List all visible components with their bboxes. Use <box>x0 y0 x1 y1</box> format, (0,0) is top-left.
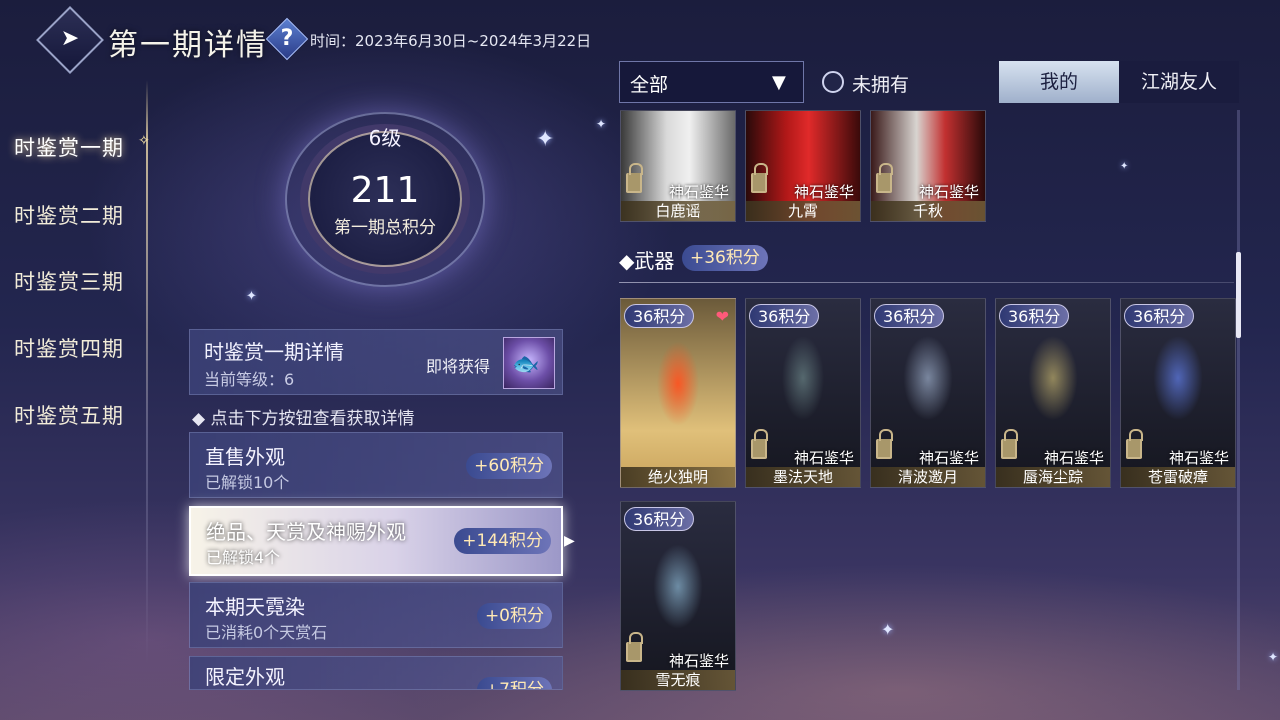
card-tag: 神石鉴华 <box>793 183 854 201</box>
card-name: 九霄 <box>746 201 860 221</box>
card-tag: 神石鉴华 <box>918 449 979 467</box>
weapon-card[interactable]: 36积分 神石鉴华 清波邀月 <box>870 298 986 488</box>
back-arrow-icon: ➤ <box>60 26 80 51</box>
sparkle: ✦ <box>246 289 257 304</box>
category-title: 直售外观 <box>205 445 285 469</box>
category-title: 本期天霓染 <box>205 595 305 619</box>
sparkle: ✦ <box>881 620 895 639</box>
category-points: +60积分 <box>466 453 552 479</box>
heart-icon[interactable]: ❤ <box>716 307 729 326</box>
active-marker-icon: ✧ <box>138 133 150 149</box>
section-divider <box>619 282 1234 283</box>
category-points: +144积分 <box>454 528 551 554</box>
lock-icon <box>751 429 768 459</box>
tab-friends[interactable]: 江湖友人 <box>1119 61 1239 103</box>
nav-item-season-3[interactable]: 时鉴赏三期 <box>14 266 124 296</box>
weapon-points: 36积分 <box>874 304 945 328</box>
nav-item-season-2[interactable]: 时鉴赏二期 <box>14 200 124 230</box>
filter-selected: 全部 <box>630 74 669 96</box>
category-sub: 已解锁10个 <box>205 473 290 492</box>
category-dye[interactable]: 本期天霓染 已消耗0个天赏石 +0积分 <box>189 582 563 648</box>
weapon-card[interactable]: 36积分 神石鉴华 墨法天地 <box>745 298 861 488</box>
lock-icon <box>1126 429 1143 459</box>
weapons-section-title: ◆武器 <box>619 249 675 273</box>
weapon-name: 蜃海尘踪 <box>996 467 1110 487</box>
card-tag: 神石鉴华 <box>668 183 729 201</box>
unowned-label[interactable]: 未拥有 <box>852 70 909 97</box>
weapon-card[interactable]: 36积分 神石鉴华 苍雷破瘴 <box>1120 298 1236 488</box>
category-sub: 已消耗0个天赏石 <box>205 623 328 642</box>
weapons-section-points: +36积分 <box>682 245 768 271</box>
weapon-name: 绝火独明 <box>621 467 735 487</box>
category-points: +7积分 <box>476 677 552 689</box>
lock-icon <box>876 429 893 459</box>
help-question-mark: ? <box>280 26 294 51</box>
weapons-title-label: 武器 <box>634 249 675 273</box>
nav-item-season-5[interactable]: 时鉴赏五期 <box>14 400 124 430</box>
card-tag: 神石鉴华 <box>668 652 729 670</box>
season-detail-title: 时鉴赏一期详情 <box>204 340 344 364</box>
coming-reward-label: 即将获得 <box>426 357 491 376</box>
card-tag: 神石鉴华 <box>1043 449 1104 467</box>
category-points: +0积分 <box>476 603 552 629</box>
weapon-name: 墨法天地 <box>746 467 860 487</box>
unowned-radio[interactable] <box>822 71 844 93</box>
total-score-label: 第一期总积分 <box>334 218 436 238</box>
sparkle: ✦ <box>596 117 607 131</box>
sparkle: ✦ <box>1268 650 1279 664</box>
time-range: 时间：2023年6月30日~2024年3月22日 <box>310 32 592 50</box>
nav-item-season-4[interactable]: 时鉴赏四期 <box>14 333 124 363</box>
lock-icon <box>1001 429 1018 459</box>
lock-icon <box>876 163 893 193</box>
weapon-card[interactable]: 36积分 ❤ 绝火独明 <box>620 298 736 488</box>
weapon-card[interactable]: 36积分 神石鉴华 蜃海尘踪 <box>995 298 1111 488</box>
category-limited[interactable]: 限定外观 +7积分 <box>189 656 563 690</box>
lock-icon <box>751 163 768 193</box>
category-title: 绝品、天赏及神赐外观 <box>206 520 406 544</box>
nav-item-season-1[interactable]: 时鉴赏一期 <box>14 132 124 162</box>
weapon-points: 36积分 <box>624 507 695 531</box>
weapon-points: 36积分 <box>624 304 695 328</box>
weapon-points: 36积分 <box>749 304 820 328</box>
chevron-down-icon: ▼ <box>772 72 786 93</box>
weapon-card[interactable]: 36积分 神石鉴华 雪无痕 <box>620 501 736 691</box>
coming-reward-item[interactable]: 🐟 <box>503 337 555 389</box>
total-score: 211 <box>350 170 420 211</box>
weapon-points: 36积分 <box>1124 304 1195 328</box>
weapon-name: 雪无痕 <box>621 670 735 690</box>
page-title: 第一期详情 <box>108 28 268 63</box>
current-level: 当前等级：6 <box>204 370 295 389</box>
weapon-points: 36积分 <box>999 304 1070 328</box>
nav-divider <box>146 80 148 665</box>
level-label: 6级 <box>368 126 402 150</box>
selected-arrow-icon: ▶ <box>564 533 575 549</box>
category-premium[interactable]: 绝品、天赏及神赐外观 已解锁4个 +144积分 <box>189 506 563 576</box>
card-name: 白鹿谣 <box>621 201 735 221</box>
weapon-name: 苍雷破瘴 <box>1121 467 1235 487</box>
scrollbar-track[interactable] <box>1237 110 1240 690</box>
category-title: 限定外观 <box>205 665 285 689</box>
lock-icon <box>626 632 643 662</box>
card-tag: 神石鉴华 <box>918 183 979 201</box>
hint-label: 点击下方按钮查看获取详情 <box>210 409 415 429</box>
category-direct-sale[interactable]: 直售外观 已解锁10个 +60积分 <box>189 432 563 498</box>
scrollbar-thumb[interactable] <box>1236 252 1241 338</box>
card-tag: 神石鉴华 <box>1168 449 1229 467</box>
tab-mine[interactable]: 我的 <box>999 61 1119 103</box>
hint-text: ◆ 点击下方按钮查看获取详情 <box>192 409 415 429</box>
weapon-name: 清波邀月 <box>871 467 985 487</box>
costume-card[interactable]: 神石鉴华 白鹿谣 <box>620 110 736 222</box>
card-name: 千秋 <box>871 201 985 221</box>
costume-card[interactable]: 神石鉴华 千秋 <box>870 110 986 222</box>
costume-card[interactable]: 神石鉴华 九霄 <box>745 110 861 222</box>
card-tag: 神石鉴华 <box>793 449 854 467</box>
fish-icon: 🐟 <box>512 352 540 377</box>
sparkle: ✦ <box>1120 161 1129 172</box>
lock-icon <box>626 163 643 193</box>
sparkle: ✦ <box>536 127 555 152</box>
category-sub: 已解锁4个 <box>206 548 281 567</box>
